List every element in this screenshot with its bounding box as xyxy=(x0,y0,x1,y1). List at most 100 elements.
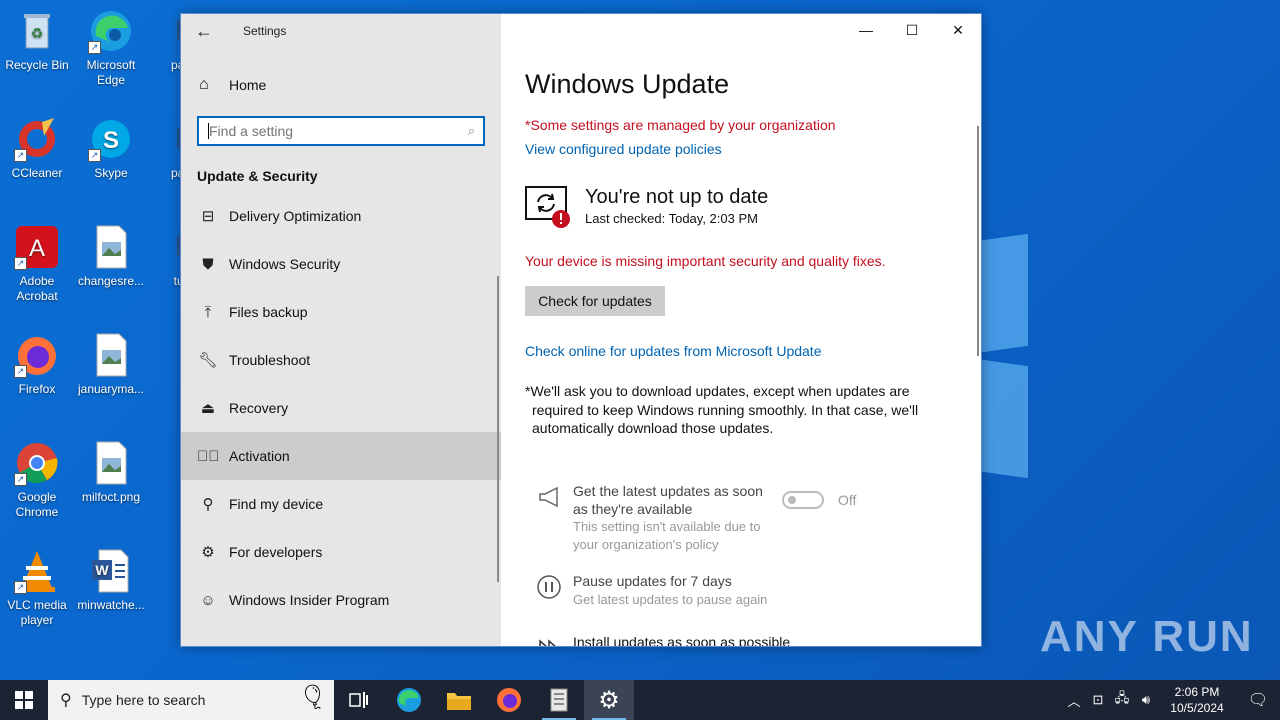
anyrun-watermark: ANY RUN xyxy=(1040,612,1254,661)
edge-icon: ↗ xyxy=(88,8,134,54)
desktop-icon-google-chrome[interactable]: ↗ Google Chrome xyxy=(1,440,73,520)
nav-scrollbar[interactable] xyxy=(497,276,499,582)
toggle-state-label: Off xyxy=(838,492,857,508)
text-caret xyxy=(208,123,209,139)
nav-item-troubleshoot[interactable]: 🔧︎ Troubleshoot xyxy=(181,336,501,384)
wrench-icon: 🔧︎ xyxy=(198,352,218,369)
close-button[interactable]: ✕ xyxy=(935,14,981,46)
maximize-button[interactable]: ☐ xyxy=(889,14,935,46)
desktop-icon-recycle-bin[interactable]: ♻ Recycle Bin xyxy=(1,8,73,73)
volume-icon[interactable]: 🔊︎ xyxy=(1134,692,1158,708)
desktop-icon-minwatche[interactable]: W minwatche... xyxy=(75,548,147,613)
nav-item-recovery[interactable]: ⏏ Recovery xyxy=(181,384,501,432)
search-highlight-icon: 🎈︎ xyxy=(297,684,328,711)
taskbar-search-box[interactable]: ⚲ Type here to search 🎈︎ xyxy=(48,680,334,720)
windows-update-page: — ☐ ✕ Windows Update *Some settings are … xyxy=(501,14,981,646)
word-file-icon: W xyxy=(88,548,134,594)
nav-item-windows-insider[interactable]: ☺ Windows Insider Program xyxy=(181,576,501,624)
option-title: Pause updates for 7 days xyxy=(573,573,732,589)
nav-item-find-my-device[interactable]: ⚲ Find my device xyxy=(181,480,501,528)
desktop-icon-milfoct[interactable]: milfoct.png xyxy=(75,440,147,505)
nav-item-label: Find my device xyxy=(229,496,324,512)
nav-home[interactable]: ⌂ Home xyxy=(181,66,501,104)
taskbar-firefox[interactable] xyxy=(484,680,534,720)
minimize-button[interactable]: — xyxy=(843,14,889,46)
find-setting-search[interactable]: ⌕ xyxy=(197,116,485,146)
note-line: *We'll ask you to download updates, exce… xyxy=(525,383,910,399)
note-line: required to keep Windows running smoothl… xyxy=(532,401,919,418)
desktop-icon-label: Microsoft Edge xyxy=(86,58,136,87)
find-setting-input[interactable] xyxy=(207,122,468,140)
option-title: Install updates as soon as possible xyxy=(573,634,791,647)
task-view-icon xyxy=(349,692,368,708)
desktop-icon-vlc[interactable]: ↗ VLC media player xyxy=(1,548,73,628)
nav-home-label: Home xyxy=(229,77,267,93)
title-bar: ← Settings xyxy=(181,14,501,48)
nav-item-for-developers[interactable]: ⚙ For developers xyxy=(181,528,501,576)
search-icon: ⌕ xyxy=(467,123,475,138)
nav-item-activation[interactable]: ✓⃝ Activation xyxy=(181,432,501,480)
desktop-icon-skype[interactable]: S ↗ Skype xyxy=(75,116,147,181)
start-button[interactable] xyxy=(0,680,48,720)
nav-section-title: Update & Security xyxy=(197,168,318,184)
gear-icon: ⚙ xyxy=(598,686,620,714)
desktop-icon-label: Skype xyxy=(94,166,128,180)
desktop-icon-microsoft-edge[interactable]: ↗ Microsoft Edge xyxy=(75,8,147,88)
desktop-icon-label: minwatche... xyxy=(77,598,145,612)
taskbar-settings[interactable]: ⚙ xyxy=(584,680,634,720)
taskbar-app[interactable] xyxy=(534,680,584,720)
firefox-icon xyxy=(497,688,521,712)
check-for-updates-button[interactable]: Check for updates xyxy=(525,286,665,316)
recovery-icon: ⏏ xyxy=(200,400,216,417)
task-view-button[interactable] xyxy=(334,680,384,720)
desktop-icon-januaryma[interactable]: januaryma... xyxy=(75,332,147,397)
caption-buttons: — ☐ ✕ xyxy=(843,14,981,46)
page-title: Windows Update xyxy=(525,69,730,99)
windows-start-icon xyxy=(15,691,33,709)
missing-fixes-warning: Your device is missing important securit… xyxy=(525,253,886,269)
pause-icon xyxy=(537,574,563,600)
taskbar-file-explorer[interactable] xyxy=(434,680,484,720)
desktop-icon-label: Recycle Bin xyxy=(5,58,69,72)
nav-item-label: Recovery xyxy=(229,400,289,416)
update-policy-note: *We'll ask you to download updates, exce… xyxy=(525,382,945,438)
toggle-knob xyxy=(788,496,796,504)
recycle-bin-icon: ♻ xyxy=(14,8,60,54)
desktop-icon-label: changesre... xyxy=(77,274,145,288)
desktop-icon-firefox[interactable]: ↗ Firefox xyxy=(1,332,73,397)
nav-item-label: Windows Insider Program xyxy=(229,592,390,608)
desktop-icon-ccleaner[interactable]: ↗ CCleaner xyxy=(1,116,73,181)
option-title-line: as they're available xyxy=(573,501,693,517)
window-title: Settings xyxy=(243,24,287,38)
nav-item-label: Delivery Optimization xyxy=(229,208,362,224)
chrome-icon: ↗ xyxy=(14,440,60,486)
desktop-icon-adobe-acrobat[interactable]: A ↗ Adobe Acrobat xyxy=(1,224,73,304)
meet-now-icon[interactable]: ⊡ xyxy=(1086,692,1110,708)
document-app-icon xyxy=(550,688,568,712)
network-icon[interactable]: 🖧︎ xyxy=(1110,689,1134,711)
svg-text:W: W xyxy=(95,562,109,578)
search-icon: ⚲ xyxy=(60,692,72,709)
chevron-up-icon[interactable]: ︿ xyxy=(1062,691,1086,710)
taskbar-edge[interactable] xyxy=(384,680,434,720)
notification-icon: 🗨︎ xyxy=(1247,692,1269,709)
notification-center-button[interactable]: 🗨︎ xyxy=(1236,690,1280,710)
last-checked-text: Last checked: Today, 2:03 PM xyxy=(585,211,758,226)
latest-updates-toggle[interactable] xyxy=(782,491,824,509)
note-line: automatically download those updates. xyxy=(532,420,774,436)
clock[interactable]: 2:06 PM 10/5/2024 xyxy=(1162,684,1232,716)
nav-item-label: Windows Security xyxy=(229,256,341,272)
image-file-icon xyxy=(88,332,134,378)
nav-item-label: For developers xyxy=(229,544,323,560)
desktop-icon-changesre[interactable]: changesre... xyxy=(75,224,147,289)
maximize-icon: ☐ xyxy=(905,21,919,38)
nav-item-delivery-optimization[interactable]: ⊟ Delivery Optimization xyxy=(181,192,501,240)
content-scrollbar[interactable] xyxy=(977,126,979,356)
view-policies-link[interactable]: View configured update policies xyxy=(525,141,722,157)
check-online-link[interactable]: Check online for updates from Microsoft … xyxy=(525,343,821,359)
nav-item-windows-security[interactable]: ⛊ Windows Security xyxy=(181,240,501,288)
nav-item-files-backup[interactable]: ⤒ Files backup xyxy=(181,288,501,336)
desktop-icon-label: VLC media player xyxy=(7,598,67,627)
delivery-icon: ⊟ xyxy=(201,208,215,225)
back-button[interactable]: ← xyxy=(181,14,227,48)
